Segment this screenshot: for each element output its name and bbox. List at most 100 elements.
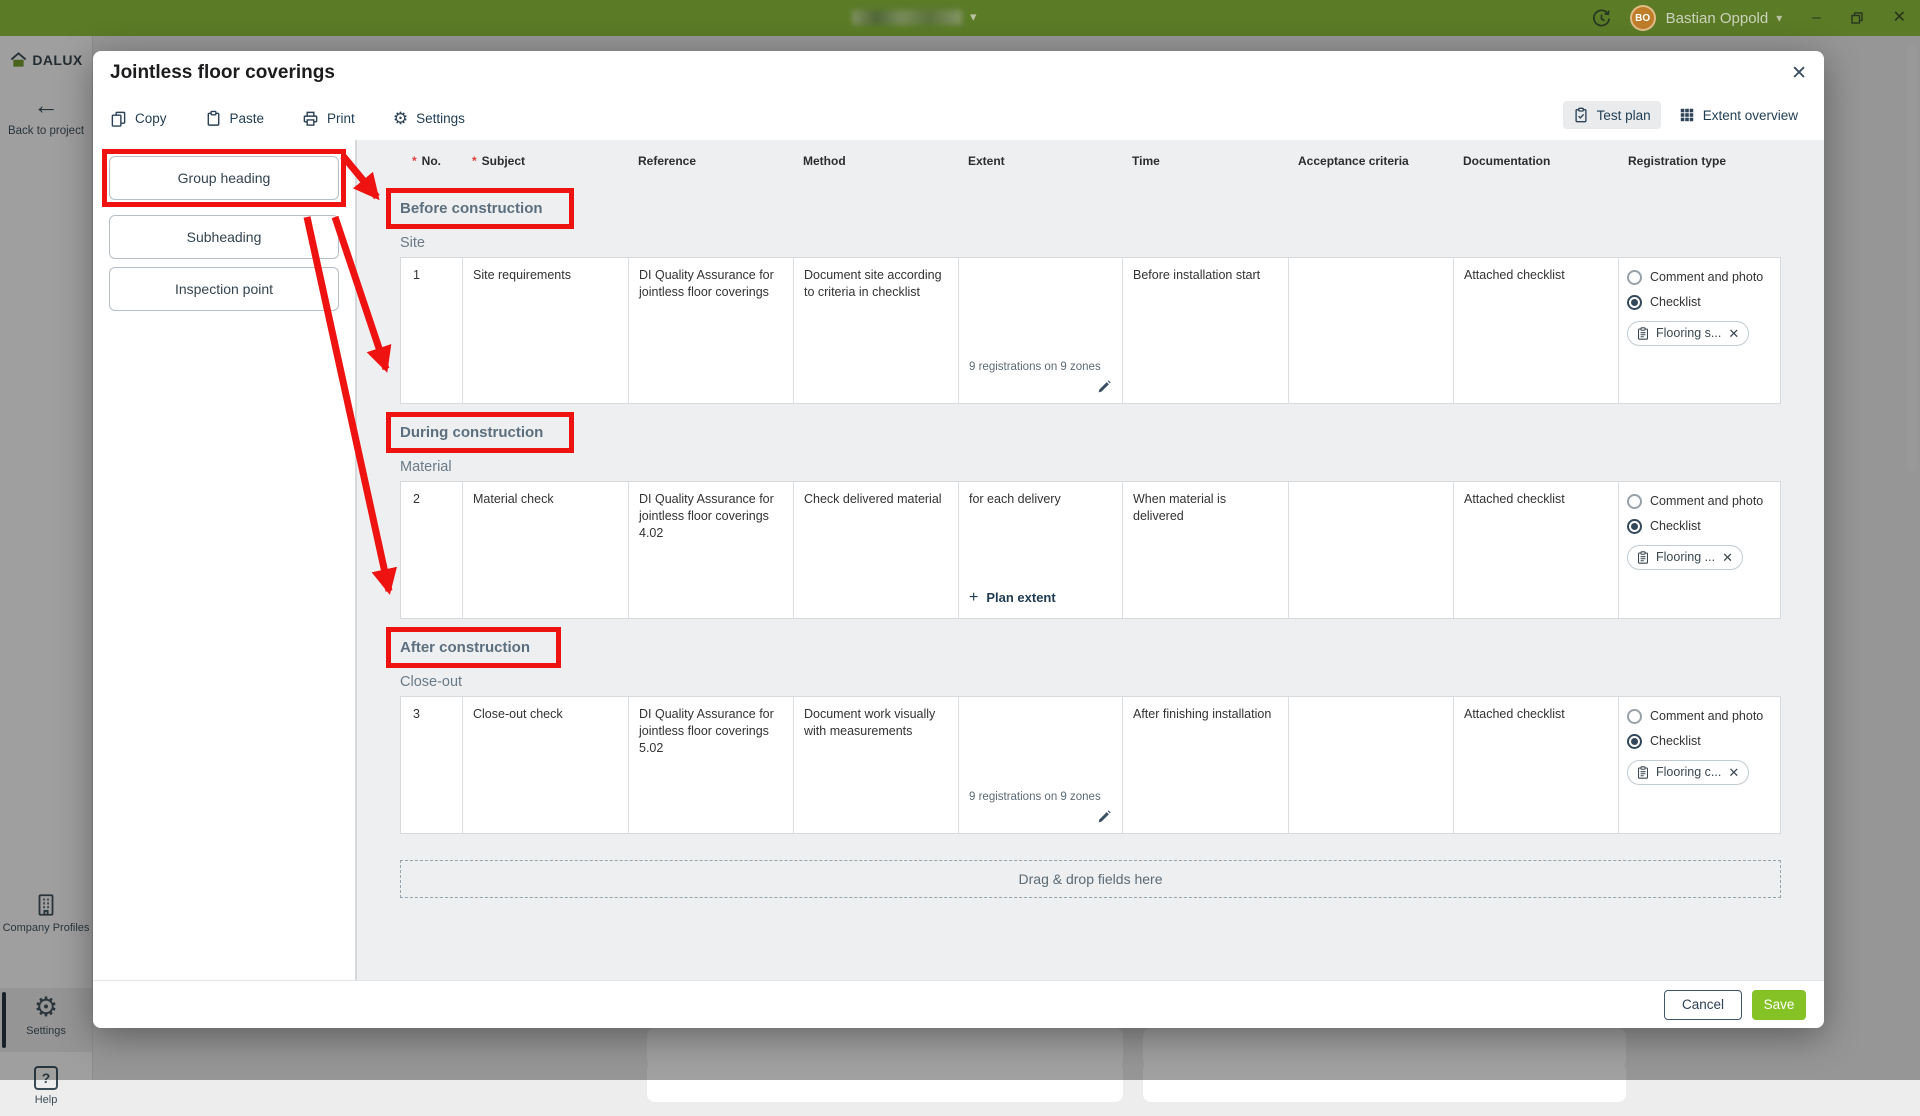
plus-icon: + <box>969 587 978 609</box>
cell-acceptance-criteria[interactable] <box>1289 697 1454 833</box>
save-button[interactable]: Save <box>1752 990 1806 1020</box>
column-registration-type: Registration type <box>1618 154 1781 172</box>
cell-subject[interactable]: Site requirements <box>463 258 629 403</box>
modal-title: Jointless floor coverings <box>110 62 335 84</box>
cell-extent[interactable]: for each delivery + Plan extent <box>959 482 1123 618</box>
user-name[interactable]: Bastian Oppold <box>1666 10 1769 27</box>
extent-overview-label: Extent overview <box>1703 108 1798 123</box>
drag-drop-zone[interactable]: Drag & drop fields here <box>400 860 1781 898</box>
cell-method[interactable]: Document site according to criteria in c… <box>794 258 959 403</box>
test-plan-modal: Jointless floor coverings ✕ Copy Paste <box>93 51 1824 1028</box>
close-modal-icon[interactable]: ✕ <box>1791 62 1807 85</box>
restore-button[interactable] <box>1851 0 1863 36</box>
cell-documentation[interactable]: Attached checklist <box>1454 697 1619 833</box>
group-heading[interactable]: After construction <box>400 639 530 656</box>
cell-acceptance-criteria[interactable] <box>1289 258 1454 403</box>
cell-no[interactable]: 2 <box>401 482 463 618</box>
copy-label: Copy <box>135 111 167 126</box>
cell-extent[interactable]: 9 registrations on 9 zones <box>959 697 1123 833</box>
avatar[interactable]: BO <box>1630 5 1656 31</box>
checklist-chip[interactable]: Flooring s... ✕ <box>1627 321 1749 347</box>
edit-extent-button[interactable] <box>1097 379 1112 394</box>
radio-icon <box>1627 494 1642 509</box>
column-extent: Extent <box>958 154 1122 172</box>
column-method: Method <box>793 154 958 172</box>
cell-registration-type: Comment and photo Checklist Flooring s..… <box>1619 258 1782 403</box>
tab-extent-overview[interactable]: Extent overview <box>1669 101 1808 129</box>
checklist-chip[interactable]: Flooring c... ✕ <box>1627 760 1749 786</box>
user-menu-chevron-down-icon[interactable]: ▾ <box>1776 11 1782 25</box>
remove-chip-icon[interactable]: ✕ <box>1728 325 1739 343</box>
cell-time[interactable]: Before installation start <box>1123 258 1289 403</box>
clipboard-icon <box>1637 766 1649 779</box>
test-plan-table: *No. *Subject Reference Method Extent Ti… <box>355 140 1824 980</box>
clipboard-icon <box>1637 551 1649 564</box>
subheading[interactable]: Material <box>400 456 1824 478</box>
palette-group-heading[interactable]: Group heading <box>109 156 339 200</box>
radio-comment-and-photo[interactable]: Comment and photo <box>1627 493 1774 510</box>
radio-checklist[interactable]: Checklist <box>1627 733 1774 750</box>
tab-test-plan[interactable]: Test plan <box>1563 101 1661 129</box>
plan-extent-button[interactable]: + Plan extent <box>969 587 1112 609</box>
cell-no[interactable]: 3 <box>401 697 463 833</box>
modal-footer: Cancel Save <box>93 980 1824 1028</box>
palette-subheading[interactable]: Subheading <box>109 215 339 259</box>
cancel-button[interactable]: Cancel <box>1664 990 1742 1020</box>
cell-reference[interactable]: DI Quality Assurance for jointless floor… <box>629 482 794 618</box>
subheading[interactable]: Site <box>400 232 1824 254</box>
radio-selected-icon <box>1627 295 1642 310</box>
print-button[interactable]: Print <box>302 110 355 127</box>
group-heading[interactable]: During construction <box>400 424 543 441</box>
project-title-redacted <box>852 10 962 25</box>
edit-extent-button[interactable] <box>1097 809 1112 824</box>
radio-checklist[interactable]: Checklist <box>1627 518 1774 535</box>
remove-chip-icon[interactable]: ✕ <box>1722 549 1733 567</box>
print-icon <box>302 110 319 127</box>
radio-comment-and-photo[interactable]: Comment and photo <box>1627 708 1774 725</box>
annotation-box-before-construction: Before construction <box>386 188 574 229</box>
cell-documentation[interactable]: Attached checklist <box>1454 482 1619 618</box>
column-no: *No. <box>400 154 462 172</box>
annotation-box-group-heading: Group heading <box>102 149 346 207</box>
column-acceptance-criteria: Acceptance criteria <box>1288 154 1453 172</box>
clipboard-icon <box>1637 327 1649 340</box>
remove-chip-icon[interactable]: ✕ <box>1728 764 1739 782</box>
group-heading[interactable]: Before construction <box>400 200 543 217</box>
cell-extent[interactable]: 9 registrations on 9 zones <box>959 258 1123 403</box>
radio-icon <box>1627 709 1642 724</box>
cell-reference[interactable]: DI Quality Assurance for jointless floor… <box>629 258 794 403</box>
minimize-button[interactable]: – <box>1812 0 1820 36</box>
radio-comment-and-photo[interactable]: Comment and photo <box>1627 269 1774 286</box>
copy-button[interactable]: Copy <box>110 110 167 127</box>
column-time: Time <box>1122 154 1288 172</box>
column-documentation: Documentation <box>1453 154 1618 172</box>
modal-toolbar: Copy Paste Print ⚙ Settings <box>110 103 465 133</box>
field-palette: Group heading Subheading Inspection poin… <box>93 140 355 980</box>
cell-time[interactable]: After finishing installation <box>1123 697 1289 833</box>
avatar-initials: BO <box>1635 13 1650 24</box>
cell-subject[interactable]: Close-out check <box>463 697 629 833</box>
table-header: *No. *Subject Reference Method Extent Ti… <box>400 154 1781 172</box>
subheading[interactable]: Close-out <box>400 671 1824 693</box>
cell-reference[interactable]: DI Quality Assurance for jointless floor… <box>629 697 794 833</box>
clipboard-check-icon <box>1573 107 1589 123</box>
palette-inspection-point[interactable]: Inspection point <box>109 267 339 311</box>
cell-no[interactable]: 1 <box>401 258 463 403</box>
cell-method[interactable]: Check delivered material <box>794 482 959 618</box>
close-window-icon[interactable]: ✕ <box>1893 0 1906 36</box>
radio-selected-icon <box>1627 734 1642 749</box>
paste-button[interactable]: Paste <box>205 110 265 127</box>
cell-method[interactable]: Document work visually with measurements <box>794 697 959 833</box>
cell-documentation[interactable]: Attached checklist <box>1454 258 1619 403</box>
radio-selected-icon <box>1627 519 1642 534</box>
cell-registration-type: Comment and photo Checklist Flooring c..… <box>1619 697 1782 833</box>
cell-time[interactable]: When material is delivered <box>1123 482 1289 618</box>
history-icon[interactable] <box>1591 8 1612 29</box>
settings-button[interactable]: ⚙ Settings <box>393 110 465 127</box>
cell-registration-type: Comment and photo Checklist Flooring ...… <box>1619 482 1782 618</box>
radio-checklist[interactable]: Checklist <box>1627 294 1774 311</box>
project-chevron-down-icon[interactable]: ▾ <box>970 9 977 25</box>
cell-acceptance-criteria[interactable] <box>1289 482 1454 618</box>
checklist-chip[interactable]: Flooring ... ✕ <box>1627 545 1743 571</box>
cell-subject[interactable]: Material check <box>463 482 629 618</box>
